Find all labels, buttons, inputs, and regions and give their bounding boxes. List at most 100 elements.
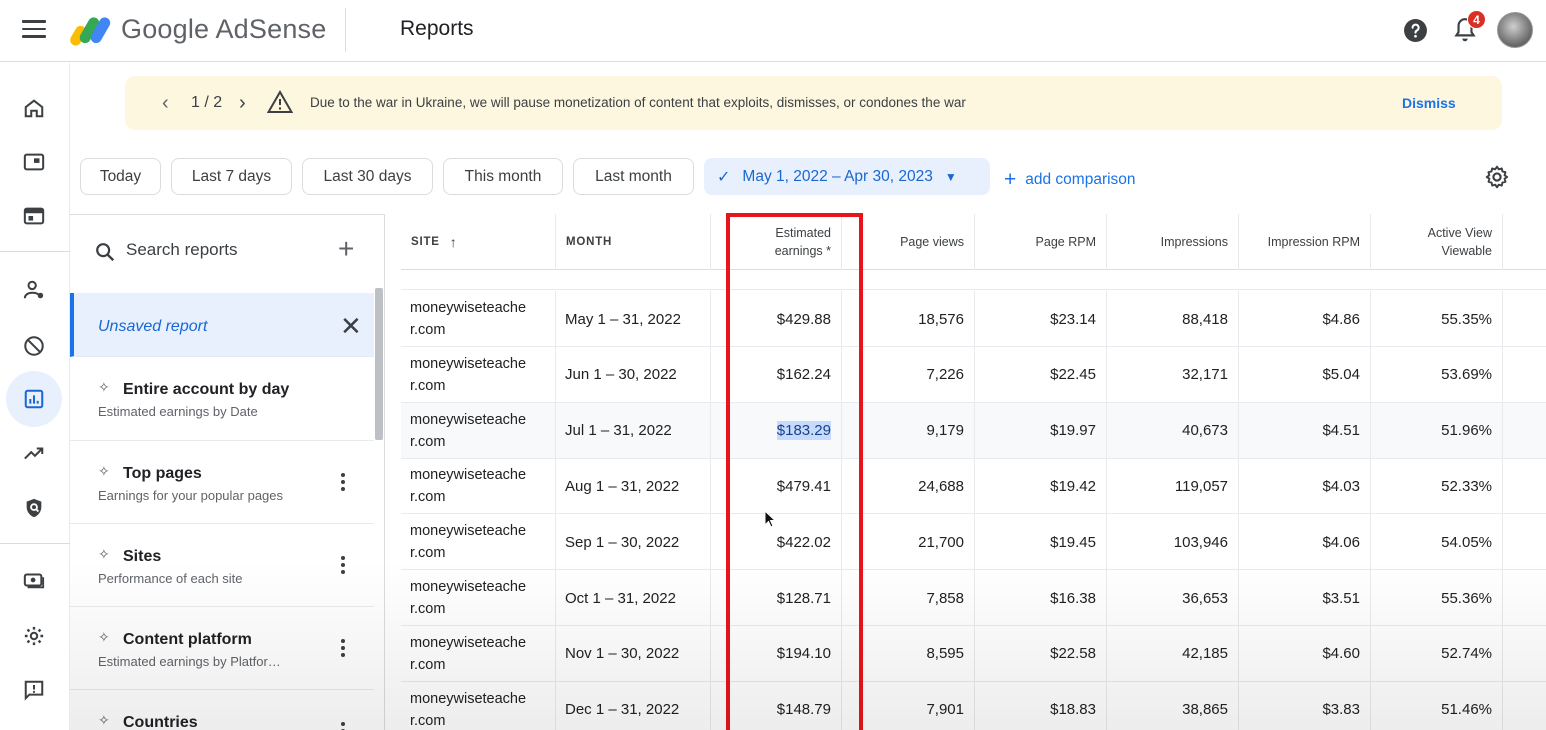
cell-month: Jul 1 – 31, 2022 <box>556 402 711 459</box>
filter-last-7-days[interactable]: Last 7 days <box>171 158 292 195</box>
sparkle-icon: ✧ <box>98 379 110 395</box>
table-header: SITE ↑ MONTH Estimated earnings * Page v… <box>401 214 1546 270</box>
col-header-page-views[interactable]: Page views <box>842 214 975 270</box>
table-row[interactable]: moneywiseteache r.com Aug 1 – 31, 2022 $479… <box>401 458 1546 515</box>
unsaved-report-label: Unsaved report <box>98 318 208 335</box>
table-row[interactable]: moneywiseteache r.com Nov 1 – 30, 2022 $194… <box>401 625 1546 682</box>
col-header-month[interactable]: MONTH <box>556 214 711 270</box>
cell-viewable: 53.69% <box>1371 346 1503 403</box>
cell-impressions: 42,185 <box>1107 625 1239 682</box>
cell-page-views: 8,595 <box>842 625 975 682</box>
feedback-icon[interactable] <box>13 669 55 711</box>
cell-page-views: 18,576 <box>842 291 975 347</box>
report-title: Sites <box>123 548 162 565</box>
report-item-sites[interactable]: ✧ Sites Performance of each site <box>70 524 374 607</box>
home-icon[interactable] <box>13 87 55 129</box>
col-header-site[interactable]: SITE ↑ <box>401 214 556 270</box>
reports-icon[interactable] <box>6 371 62 427</box>
close-icon[interactable]: ✕ <box>340 311 362 342</box>
cell-page-views: 21,700 <box>842 514 975 571</box>
sites-icon[interactable] <box>13 195 55 237</box>
help-icon[interactable] <box>1403 18 1428 43</box>
table-row[interactable]: moneywiseteache r.com Sep 1 – 30, 2022 $422… <box>401 514 1546 571</box>
report-item-top-pages[interactable]: ✧ Top pages Earnings for your popular pa… <box>70 441 374 524</box>
table-row[interactable]: moneywiseteache r.com Oct 1 – 31, 2022 $128… <box>401 570 1546 626</box>
reports-scrollbar[interactable] <box>375 288 383 440</box>
ads-icon[interactable] <box>13 141 55 183</box>
filter-last-30-days[interactable]: Last 30 days <box>302 158 433 195</box>
cell-site: moneywiseteache r.com <box>401 291 556 347</box>
sparkle-icon: ✧ <box>98 629 110 645</box>
search-icon <box>96 243 115 262</box>
cell-impression-rpm: $4.03 <box>1239 458 1371 515</box>
optimization-icon[interactable] <box>13 433 55 475</box>
cell-earnings: $429.88 <box>711 291 842 347</box>
privacy-icon[interactable] <box>13 487 55 529</box>
dropdown-arrow-icon: ▼ <box>944 169 957 184</box>
table-row[interactable]: moneywiseteache r.com Jun 1 – 30, 2022 $162… <box>401 346 1546 403</box>
report-item-countries[interactable]: ✧ Countries <box>70 690 374 730</box>
unsaved-report-item[interactable]: Unsaved report ✕ <box>70 293 374 357</box>
add-comparison-label: add comparison <box>1025 171 1136 188</box>
cell-impression-rpm: $3.51 <box>1239 570 1371 626</box>
filter-last-month[interactable]: Last month <box>573 158 694 195</box>
table-row[interactable]: moneywiseteache r.com May 1 – 31, 2022 $429… <box>401 291 1546 347</box>
add-comparison-button[interactable]: + add comparison <box>1004 166 1136 191</box>
account-icon[interactable] <box>13 269 55 311</box>
avatar[interactable] <box>1497 12 1533 48</box>
cell-page-rpm: $22.45 <box>975 346 1107 403</box>
col-header-page-rpm[interactable]: Page RPM <box>975 214 1107 270</box>
cell-earnings: $162.24 <box>711 346 842 403</box>
filter-today[interactable]: Today <box>80 158 161 195</box>
add-report-button[interactable]: + <box>338 233 354 265</box>
report-subtitle: Estimated earnings by Date <box>98 404 258 419</box>
filter-this-month[interactable]: This month <box>443 158 563 195</box>
settings-icon[interactable] <box>13 615 55 657</box>
war-notice-banner: ‹ 1 / 2 › Due to the war in Ukraine, we … <box>125 76 1502 130</box>
blocking-icon[interactable] <box>13 325 55 367</box>
cell-site: moneywiseteache r.com <box>401 402 556 459</box>
table-row[interactable]: moneywiseteache r.com Jul 1 – 31, 2022 $183… <box>401 402 1546 459</box>
cell-impression-rpm: $3.83 <box>1239 681 1371 730</box>
banner-prev-button[interactable]: ‹ <box>162 92 169 115</box>
col-header-estimated-earnings[interactable]: Estimated earnings * <box>711 214 842 270</box>
cell-month: Aug 1 – 31, 2022 <box>556 458 711 515</box>
cell-month: Oct 1 – 31, 2022 <box>556 570 711 626</box>
menu-icon[interactable] <box>22 20 46 40</box>
brand-name: Google AdSense <box>121 14 327 44</box>
cell-viewable: 55.35% <box>1371 291 1503 347</box>
cell-impressions: 40,673 <box>1107 402 1239 459</box>
cell-impression-rpm: $4.86 <box>1239 291 1371 347</box>
sort-ascending-icon: ↑ <box>449 234 458 250</box>
rail-divider <box>0 543 70 544</box>
banner-next-button[interactable]: › <box>239 92 246 115</box>
cell-impressions: 36,653 <box>1107 570 1239 626</box>
more-options-icon[interactable] <box>340 639 346 661</box>
dismiss-button[interactable]: Dismiss <box>1402 95 1456 111</box>
payments-icon[interactable] <box>13 559 55 601</box>
cell-impression-rpm: $5.04 <box>1239 346 1371 403</box>
report-title: Countries <box>123 714 198 730</box>
adsense-logo[interactable] <box>70 13 112 47</box>
cell-viewable: 52.33% <box>1371 458 1503 515</box>
col-header-impression-rpm[interactable]: Impression RPM <box>1239 214 1371 270</box>
cell-page-views: 7,858 <box>842 570 975 626</box>
top-bar: Google AdSense Reports 4 <box>0 0 1546 62</box>
cell-earnings: $148.79 <box>711 681 842 730</box>
search-reports-input[interactable] <box>126 240 326 260</box>
selected-text: $183.29 <box>776 421 831 441</box>
table-row[interactable]: moneywiseteache r.com Dec 1 – 31, 2022 $148… <box>401 681 1546 730</box>
col-header-impressions[interactable]: Impressions <box>1107 214 1239 270</box>
more-options-icon[interactable] <box>340 473 346 495</box>
more-options-icon[interactable] <box>340 722 346 730</box>
cell-site: moneywiseteache r.com <box>401 346 556 403</box>
report-item-content-platform[interactable]: ✧ Content platform Estimated earnings by… <box>70 607 374 690</box>
report-settings-icon[interactable] <box>1484 164 1510 190</box>
col-header-active-view-viewable[interactable]: Active View Viewable <box>1371 214 1503 270</box>
report-item-entire-account[interactable]: ✧ Entire account by day Estimated earnin… <box>70 357 374 441</box>
cell-viewable: 52.74% <box>1371 625 1503 682</box>
date-range-selector[interactable]: ✓ May 1, 2022 – Apr 30, 2023 ▼ <box>704 158 990 195</box>
more-options-icon[interactable] <box>340 556 346 578</box>
report-title: Entire account by day <box>123 381 290 398</box>
table-spacer <box>401 271 1546 290</box>
